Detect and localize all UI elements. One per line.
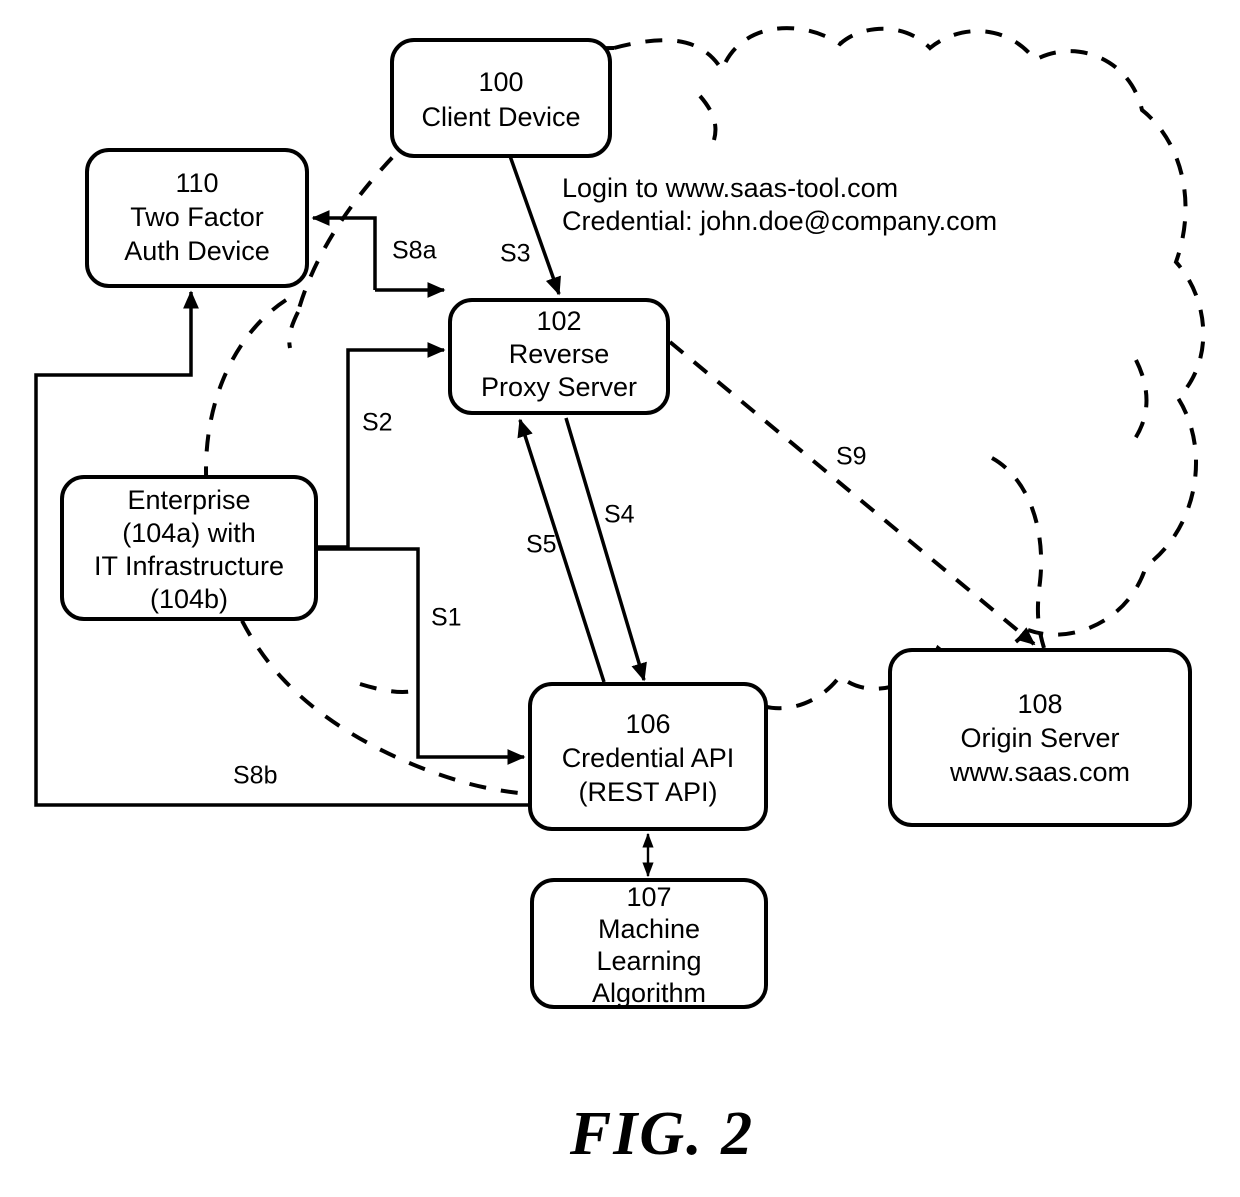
machine-learning-ref: 107 <box>626 882 671 912</box>
step-label-s8a: S8a <box>392 237 437 265</box>
node-origin-server[interactable]: 108 Origin Server www.saas.com <box>888 648 1192 827</box>
enterprise-label-line2: (104a) with <box>122 518 256 548</box>
origin-server-label-line1: Origin Server <box>960 723 1119 753</box>
two-factor-label-line2: Auth Device <box>124 236 270 266</box>
machine-learning-label-line2: Learning <box>596 946 701 976</box>
figure-caption: FIG. 2 <box>569 1100 754 1168</box>
step-label-s9: S9 <box>836 443 867 471</box>
step-label-s3: S3 <box>500 240 531 268</box>
node-two-factor-auth-device[interactable]: 110 Two Factor Auth Device <box>85 148 309 288</box>
credential-api-label-line2: (REST API) <box>578 777 717 807</box>
annotation-credential-line: Credential: john.doe@company.com <box>562 206 997 236</box>
login-annotation: Login to www.saas-tool.com Credential: j… <box>562 173 997 236</box>
two-factor-label-line1: Two Factor <box>130 202 264 232</box>
node-client-device[interactable]: 100 Client Device <box>390 38 612 158</box>
step-label-s1: S1 <box>431 604 462 632</box>
credential-api-ref: 106 <box>625 709 670 739</box>
cloud-inner-curl-upper <box>1126 359 1149 450</box>
step-label-s8b: S8b <box>233 762 277 790</box>
flow-s9 <box>668 340 1036 646</box>
origin-server-label-line2: www.saas.com <box>949 757 1130 787</box>
client-device-label: Client Device <box>421 102 580 132</box>
flow-s3 <box>508 155 561 296</box>
cloud-outline-top <box>613 26 1206 637</box>
client-device-ref: 100 <box>478 67 523 97</box>
node-machine-learning-algorithm[interactable]: 107 Machine Learning Algorithm <box>530 878 768 1009</box>
machine-learning-label-line3: Algorithm <box>592 978 706 1008</box>
step-label-s2: S2 <box>362 409 393 437</box>
client-device-box[interactable] <box>390 38 612 158</box>
enterprise-label-line1: Enterprise <box>127 485 250 515</box>
flow-s4 <box>564 417 647 682</box>
flow-s2 <box>316 341 446 549</box>
two-factor-ref: 110 <box>175 168 218 198</box>
enterprise-label-line4: (104b) <box>150 584 228 614</box>
reverse-proxy-label-line2: Proxy Server <box>481 372 637 402</box>
cloud-inner-curl-top-left <box>698 94 718 141</box>
step-label-s4: S4 <box>604 501 635 529</box>
cloud-inner-curl-lower <box>991 456 1046 649</box>
node-enterprise-it-infrastructure[interactable]: Enterprise (104a) with IT Infrastructure… <box>60 475 318 621</box>
annotation-login-line: Login to www.saas-tool.com <box>562 173 898 203</box>
node-reverse-proxy-server[interactable]: 102 Reverse Proxy Server <box>448 298 670 415</box>
flow-s1 <box>316 547 526 766</box>
node-credential-api[interactable]: 106 Credential API (REST API) <box>528 682 768 831</box>
credential-api-label-line1: Credential API <box>562 743 735 773</box>
patent-figure: 100 Client Device 110 Two Factor Auth De… <box>0 0 1240 1197</box>
cloud-inner-curl-bottom-left <box>359 682 419 694</box>
reverse-proxy-ref: 102 <box>536 306 581 336</box>
reverse-proxy-label-line1: Reverse <box>509 339 610 369</box>
origin-server-ref: 108 <box>1017 689 1062 719</box>
cloud-inner-curl-left <box>287 311 300 349</box>
diagram-canvas: 100 Client Device 110 Two Factor Auth De… <box>34 26 1206 1168</box>
step-label-s5: S5 <box>526 531 557 559</box>
enterprise-label-line3: IT Infrastructure <box>94 551 284 581</box>
machine-learning-label-line1: Machine <box>598 914 700 944</box>
